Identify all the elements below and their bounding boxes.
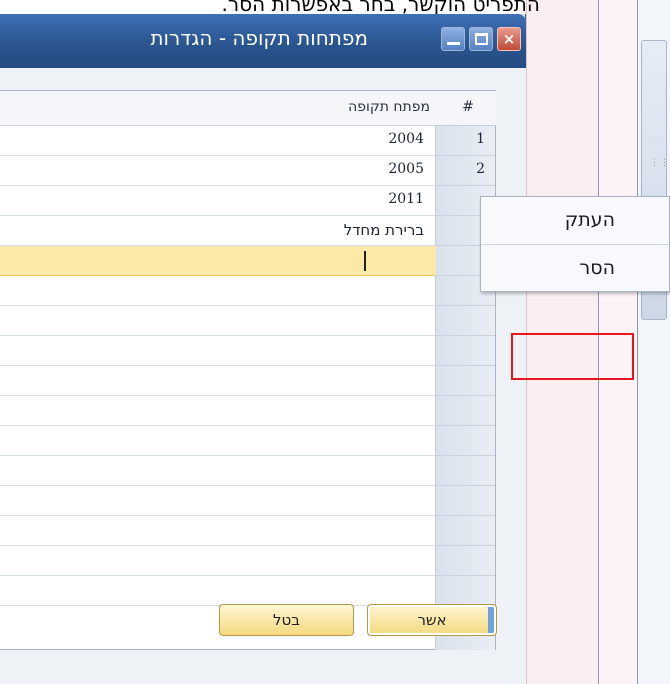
row-number-cell[interactable]: 1 <box>435 126 495 156</box>
period-key-cell[interactable]: 2011 <box>388 191 424 207</box>
column-header-period-key[interactable]: מפתח תקופה <box>348 99 430 115</box>
screen: ⋮⋮ התפריט הוקשר, בחר באפשרות הסר. מפתחות… <box>0 0 670 684</box>
maximize-button[interactable] <box>469 27 493 51</box>
context-menu: העתק הסר <box>480 196 670 292</box>
row-number-cell[interactable] <box>435 576 495 606</box>
maximize-icon <box>475 33 488 45</box>
row-number-cell[interactable]: 2 <box>435 156 495 186</box>
empty-row[interactable] <box>0 426 436 456</box>
period-keys-dialog: מפתחות תקופה - הגדרות × מפתח תקופה # 200… <box>0 14 526 684</box>
title-bar[interactable]: מפתחות תקופה - הגדרות × <box>0 14 526 68</box>
context-menu-item-copy[interactable]: העתק <box>481 199 669 243</box>
menu-separator <box>481 244 669 245</box>
context-menu-item-remove[interactable]: הסר <box>481 247 669 291</box>
minimize-icon <box>447 42 460 45</box>
period-key-cell[interactable]: 2004 <box>388 131 424 147</box>
empty-row[interactable] <box>0 366 436 396</box>
cancel-button[interactable]: בטל <box>219 604 354 636</box>
period-key-cell[interactable]: 2005 <box>388 161 424 177</box>
empty-row[interactable] <box>0 516 436 546</box>
row-number: 1 <box>476 131 485 147</box>
empty-row[interactable] <box>0 576 436 606</box>
table-row[interactable]: 2004 <box>0 126 436 156</box>
matrix-header: מפתח תקופה # <box>0 91 496 126</box>
empty-row[interactable] <box>0 546 436 576</box>
context-menu-label: העתק <box>564 209 615 231</box>
row-number-cell[interactable] <box>435 366 495 396</box>
column-header-number[interactable]: # <box>448 99 488 115</box>
row-number-cell[interactable] <box>435 516 495 546</box>
table-row[interactable]: 2005 <box>0 156 436 186</box>
dialog-body: מפתח תקופה # 2004 1 2005 2 2011 ברירת מח… <box>0 68 526 684</box>
empty-row[interactable] <box>0 486 436 516</box>
row-number-cell[interactable] <box>435 336 495 366</box>
row-number-cell[interactable] <box>435 546 495 576</box>
annotation-highlight-box <box>511 333 634 380</box>
period-key-cell[interactable]: ברירת מחדל <box>344 221 424 239</box>
empty-row[interactable] <box>0 456 436 486</box>
window-title: מפתחות תקופה - הגדרות <box>150 26 368 50</box>
text-cursor <box>364 251 366 271</box>
row-number: 2 <box>476 161 485 177</box>
empty-row[interactable] <box>0 306 436 336</box>
row-number-cell[interactable] <box>435 486 495 516</box>
row-number-cell[interactable] <box>435 456 495 486</box>
ok-button[interactable]: אשר <box>367 604 497 636</box>
period-keys-matrix: מפתח תקופה # 2004 1 2005 2 2011 ברירת מח… <box>0 90 496 650</box>
row-number-cell[interactable] <box>435 426 495 456</box>
empty-row[interactable] <box>0 336 436 366</box>
empty-row[interactable] <box>0 276 436 306</box>
context-menu-label: הסר <box>579 257 615 279</box>
scroll-grip-icon: ⋮⋮ <box>650 158 670 168</box>
close-icon: × <box>502 30 516 48</box>
row-number-cell[interactable] <box>435 396 495 426</box>
active-table-row[interactable] <box>0 246 436 276</box>
close-button[interactable]: × <box>497 27 521 51</box>
row-number-cell[interactable] <box>435 306 495 336</box>
empty-row[interactable] <box>0 396 436 426</box>
table-row[interactable]: ברירת מחדל <box>0 216 436 246</box>
minimize-button[interactable] <box>441 27 465 51</box>
table-row[interactable]: 2011 <box>0 186 436 216</box>
